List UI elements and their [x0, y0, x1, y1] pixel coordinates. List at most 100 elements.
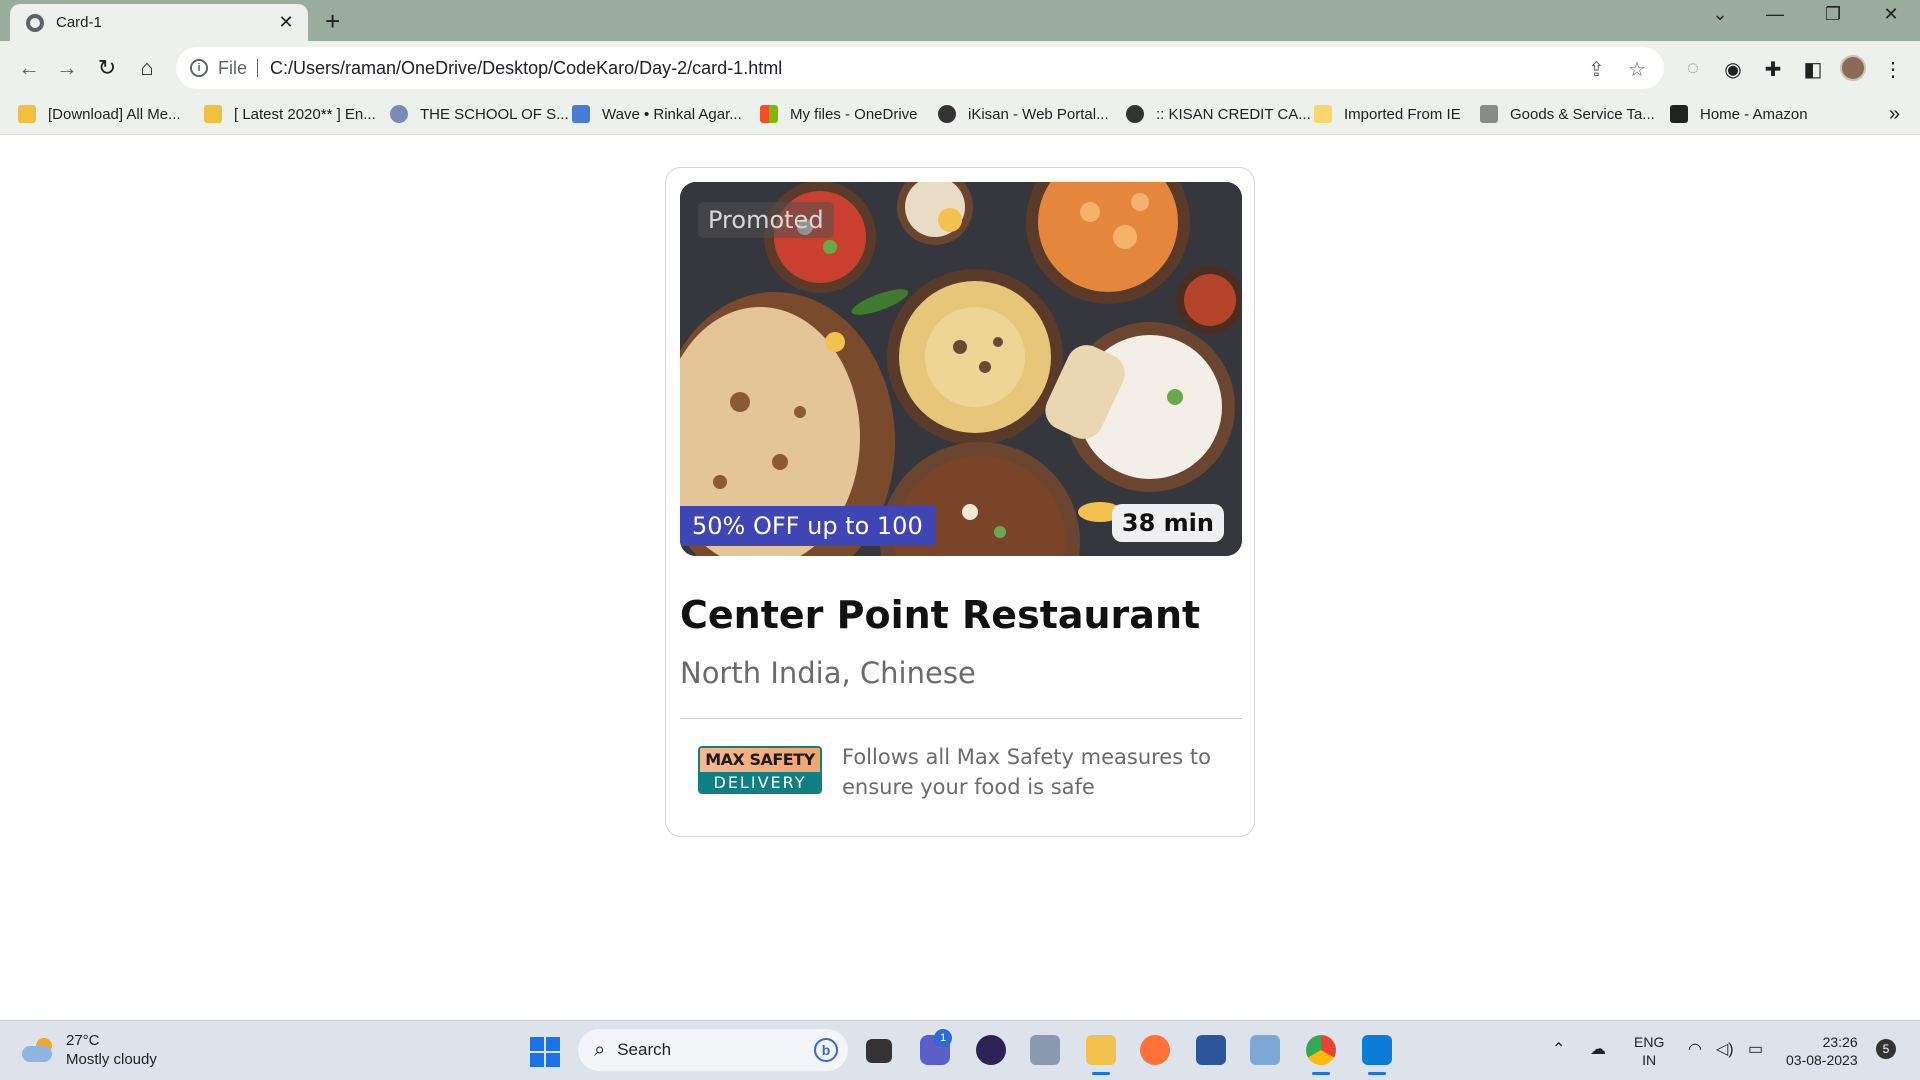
- site-info-icon[interactable]: i: [190, 59, 208, 77]
- safety-logo-top: MAX SAFETY: [700, 748, 820, 772]
- bookmark-item[interactable]: Wave • Rinkal Agar...: [572, 105, 742, 123]
- notification-count-badge[interactable]: 5: [1876, 1039, 1896, 1059]
- time-text: 23:26: [1822, 1034, 1858, 1050]
- eclipse-icon[interactable]: [976, 1035, 1006, 1065]
- temperature-text: 27°C: [66, 1032, 100, 1049]
- chat-badge: 1: [934, 1029, 952, 1047]
- safety-description: Follows all Max Safety measures to ensur…: [842, 745, 1211, 799]
- volume-icon[interactable]: ◁): [1716, 1039, 1734, 1059]
- globe-favicon-icon: [938, 105, 956, 123]
- address-bar[interactable]: i File C:/Users/raman/OneDrive/Desktop/C…: [176, 47, 1664, 89]
- performance-monitor-icon[interactable]: [1250, 1035, 1280, 1065]
- bookmark-favicon-icon: [18, 105, 36, 123]
- windows-start-icon[interactable]: [530, 1037, 560, 1067]
- search-icon: ⌕: [594, 1038, 606, 1061]
- firefox-icon[interactable]: [1140, 1035, 1170, 1065]
- date-text: 03-08-2023: [1786, 1052, 1858, 1068]
- bookmark-label: iKisan - Web Portal...: [968, 105, 1109, 123]
- food-image: Promoted 50% OFF up to 100 38 min: [680, 182, 1242, 556]
- safety-logo-bottom: DELIVERY: [700, 772, 820, 792]
- puzzle-extensions-icon[interactable]: ✚: [1760, 57, 1786, 82]
- bookmark-label: Goods & Service Ta...: [1510, 105, 1655, 123]
- restore-button[interactable]: ❐: [1813, 4, 1853, 25]
- bookmark-label: THE SCHOOL OF S...: [420, 105, 569, 123]
- wifi-icon[interactable]: ◠: [1688, 1039, 1702, 1059]
- close-tab-icon[interactable]: ✕: [276, 12, 296, 33]
- bookmark-item[interactable]: :: KISAN CREDIT CA...: [1126, 105, 1311, 123]
- gear-favicon-icon: [390, 105, 408, 123]
- wave-favicon-icon: [572, 105, 590, 123]
- microsoft-favicon-icon: [760, 105, 778, 123]
- bookmark-star-icon[interactable]: ☆: [1628, 57, 1646, 82]
- share-icon[interactable]: ⇪: [1588, 57, 1605, 82]
- tab-title: Card-1: [56, 14, 102, 31]
- word-app-icon[interactable]: [1196, 1035, 1226, 1065]
- onedrive-cloud-icon[interactable]: ☁: [1590, 1039, 1606, 1059]
- more-bookmarks-chevron-icon[interactable]: »: [1889, 103, 1900, 126]
- food-illustration: [680, 182, 1242, 556]
- home-button[interactable]: ⌂: [132, 55, 162, 81]
- tab-search-chevron-icon[interactable]: ⌄: [1700, 4, 1740, 25]
- delivery-time-label: 38 min: [1111, 504, 1224, 542]
- promoted-label: Promoted: [698, 202, 834, 238]
- bookmark-item[interactable]: THE SCHOOL OF S...: [390, 105, 569, 123]
- bookmark-label: Wave • Rinkal Agar...: [602, 105, 742, 123]
- forward-button[interactable]: →: [52, 55, 82, 81]
- taskbar-search-box[interactable]: ⌕ Search b: [578, 1029, 848, 1071]
- restaurant-name: Center Point Restaurant: [680, 593, 1201, 637]
- bookmark-label: My files - OneDrive: [790, 105, 918, 123]
- cuisine-text: North India, Chinese: [680, 656, 976, 690]
- clock[interactable]: 23:26 03-08-2023: [1786, 1033, 1858, 1069]
- bookmark-item[interactable]: My files - OneDrive: [760, 105, 918, 123]
- bookmark-label: Home - Amazon: [1700, 105, 1808, 123]
- close-window-button[interactable]: ✕: [1871, 4, 1911, 25]
- bookmark-item[interactable]: [Download] All Me...: [18, 105, 181, 123]
- bookmark-item[interactable]: iKisan - Web Portal...: [938, 105, 1109, 123]
- weather-text: Mostly cloudy: [66, 1051, 157, 1068]
- menu-kebab-icon[interactable]: ⋮: [1880, 57, 1906, 82]
- emblem-favicon-icon: [1480, 105, 1498, 123]
- url-scheme-label: File: [218, 59, 259, 77]
- folder-icon: [1314, 105, 1332, 123]
- battery-icon[interactable]: ▭: [1748, 1039, 1763, 1059]
- reload-button[interactable]: ↻: [92, 55, 122, 81]
- bookmark-item[interactable]: Goods & Service Ta...: [1480, 105, 1655, 123]
- globe-icon: [26, 13, 44, 32]
- search-label: Search: [617, 1040, 672, 1059]
- bing-icon[interactable]: b: [814, 1038, 838, 1062]
- chrome-icon[interactable]: [1306, 1035, 1336, 1075]
- file-explorer-icon[interactable]: [1086, 1035, 1116, 1075]
- tab-strip: Card-1 ✕ + ⌄ — ❐ ✕: [0, 0, 1920, 41]
- restaurant-card[interactable]: Promoted 50% OFF up to 100 38 min Center…: [665, 167, 1255, 837]
- bookmark-item[interactable]: Home - Amazon: [1670, 105, 1808, 123]
- bookmark-item[interactable]: [ Latest 2020** ] En...: [204, 105, 376, 123]
- max-safety-logo: MAX SAFETY DELIVERY: [698, 746, 822, 794]
- vscode-icon[interactable]: [1362, 1035, 1392, 1075]
- language-line1: ENG: [1634, 1034, 1665, 1050]
- side-panel-icon[interactable]: ◧: [1800, 57, 1826, 82]
- bookmark-item[interactable]: Imported From IE: [1314, 105, 1461, 123]
- offer-label: 50% OFF up to 100: [680, 506, 935, 546]
- language-line2: IN: [1642, 1052, 1657, 1068]
- language-indicator[interactable]: ENG IN: [1634, 1033, 1664, 1069]
- profile-avatar[interactable]: [1840, 55, 1866, 81]
- partly-cloudy-icon: [22, 1038, 56, 1062]
- new-tab-button[interactable]: +: [325, 6, 340, 37]
- bookmark-label: Imported From IE: [1344, 105, 1461, 123]
- bookmark-label: [Download] All Me...: [48, 105, 181, 123]
- minimize-button[interactable]: —: [1755, 4, 1795, 25]
- browser-toolbar: ← → ↻ ⌂ i File C:/Users/raman/OneDrive/D…: [0, 41, 1920, 99]
- divider: [680, 718, 1242, 719]
- tab-card-1[interactable]: Card-1 ✕: [10, 4, 308, 41]
- weather-widget[interactable]: 27°C Mostly cloudy: [22, 1031, 157, 1069]
- url-text[interactable]: C:/Users/raman/OneDrive/Desktop/CodeKaro…: [270, 58, 782, 79]
- mouse-extension-icon[interactable]: ◌: [1680, 57, 1706, 80]
- show-hidden-icons-chevron-icon[interactable]: ⌃: [1552, 1039, 1565, 1059]
- back-button[interactable]: ←: [14, 55, 44, 81]
- tools-app-icon[interactable]: [1030, 1035, 1060, 1065]
- extension-icon[interactable]: ◉: [1720, 57, 1746, 82]
- task-view-icon[interactable]: [866, 1039, 892, 1063]
- bookmark-label: [ Latest 2020** ] En...: [234, 105, 376, 123]
- bookmark-favicon-icon: [204, 105, 222, 123]
- bookmarks-bar: [Download] All Me... [ Latest 2020** ] E…: [0, 99, 1920, 135]
